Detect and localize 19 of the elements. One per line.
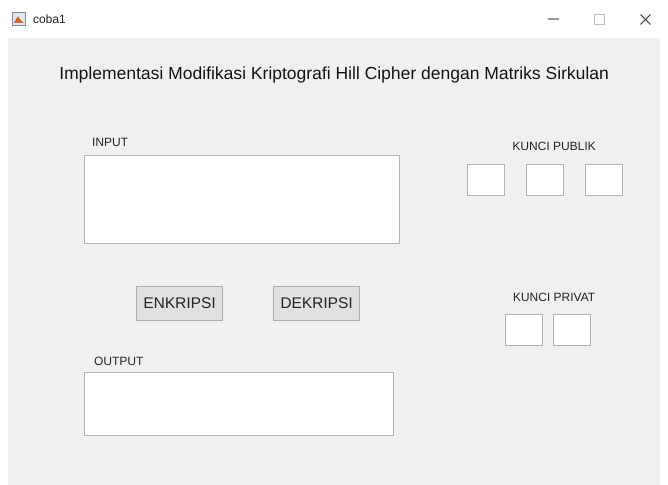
heading: Implementasi Modifikasi Kriptografi Hill Cipher dengan Matriks Sirkulan: [59, 63, 609, 83]
action-button[interactable]: DEKRIPSI: [273, 286, 360, 322]
public-key-label: KUNCI PUBLIK: [512, 139, 596, 154]
private-key-label: KUNCI PRIVAT: [512, 290, 596, 304]
maximize-icon[interactable]: [594, 14, 604, 24]
private-key-field[interactable]: [505, 314, 543, 346]
public-key-field[interactable]: [526, 164, 564, 196]
close-icon[interactable]: [640, 14, 650, 24]
output-label: OUTPUT: [94, 354, 144, 368]
input-field[interactable]: [84, 155, 400, 244]
minimize-icon[interactable]: [548, 18, 558, 20]
output-field[interactable]: [84, 372, 394, 436]
action-button[interactable]: ENKRIPSI: [136, 286, 223, 322]
public-key-field[interactable]: [467, 164, 505, 196]
private-key-field[interactable]: [553, 314, 591, 346]
window-title: coba1: [33, 11, 66, 28]
app-icon: [12, 12, 26, 26]
public-key-field[interactable]: [585, 164, 623, 196]
input-label: INPUT: [92, 135, 128, 150]
